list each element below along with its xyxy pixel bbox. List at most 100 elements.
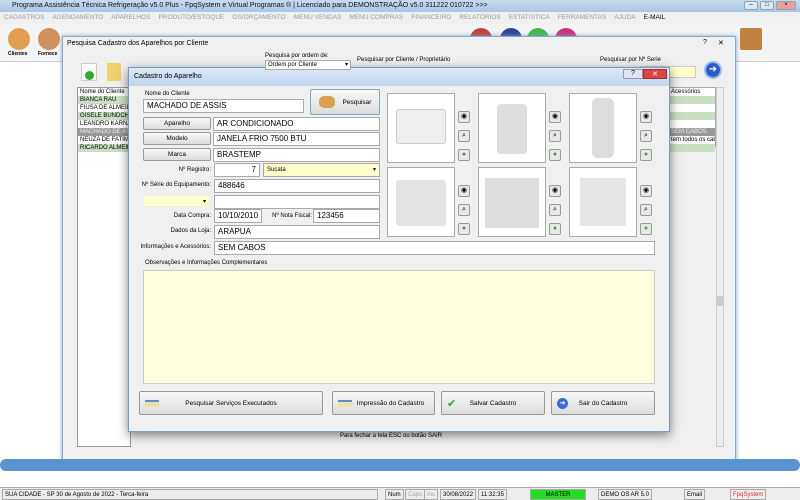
client-label: Nome do Cliente	[145, 91, 190, 97]
camera-icon[interactable]: ◉	[549, 111, 561, 123]
menu-email[interactable]: E-MAIL	[644, 14, 666, 22]
purchase-date-field[interactable]: 10/10/2010	[214, 209, 262, 223]
serie-field[interactable]: 488646	[214, 179, 380, 193]
client-name-field[interactable]: MACHADO DE ASSIS	[143, 99, 304, 113]
marca-button[interactable]: Marca	[143, 148, 211, 161]
observations-textarea[interactable]	[143, 270, 655, 384]
help-button[interactable]: ?	[703, 39, 717, 49]
photo-slot[interactable]	[387, 93, 455, 163]
loja-label: Dados da Loja:	[170, 228, 211, 234]
extra-field[interactable]	[214, 195, 380, 209]
info-field[interactable]: SEM CABOS	[214, 241, 655, 255]
edit-icon[interactable]	[107, 63, 121, 81]
accessories-column[interactable]: Acessórios SEM CABOS tem todos os cab	[668, 87, 716, 152]
add-icon[interactable]: ●	[549, 149, 561, 161]
list-item[interactable]: LEANDRO KARNAL	[78, 120, 130, 128]
list-item[interactable]: NEUZA DE FATIMA	[78, 136, 130, 144]
menu-financeiro[interactable]: FINANCEIRO	[411, 14, 451, 22]
menu-compras[interactable]: MENU COMPRAS	[349, 14, 403, 22]
maximize-button[interactable]: □	[760, 1, 774, 10]
zoom-icon[interactable]: ⌕	[640, 130, 652, 142]
zoom-icon[interactable]: ⌕	[458, 204, 470, 216]
scrollbar[interactable]	[716, 87, 724, 447]
add-icon[interactable]: ●	[549, 223, 561, 235]
camera-icon[interactable]: ◉	[640, 111, 652, 123]
photo-slot[interactable]	[569, 167, 637, 237]
search-client-button[interactable]: Pesquisar	[310, 89, 380, 115]
progress-bar	[0, 459, 800, 471]
menu-agendamento[interactable]: AGENDAMENTO	[52, 14, 103, 22]
menu-produto-estoque[interactable]: PRODUTO/ESTOQUE	[159, 14, 225, 22]
list-item-selected[interactable]: MACHADO DE ASSIS	[78, 128, 130, 136]
add-icon[interactable]: ●	[640, 223, 652, 235]
close-search-button[interactable]: ✕	[718, 39, 732, 49]
store-field[interactable]: ARAPUA	[214, 225, 380, 239]
acc-cell: SEM CABOS	[669, 128, 715, 136]
list-item[interactable]: GISELE BUNDCHEN	[78, 112, 130, 120]
status-date: 30/08/2022	[440, 489, 477, 500]
order-label: Pesquisa por ordem de:	[265, 53, 329, 59]
serie-label: Nº Série do Equipamento:	[141, 182, 211, 188]
list-item[interactable]: RICARDO ALMEIDA	[78, 144, 130, 152]
photo-slot[interactable]	[478, 93, 546, 163]
zoom-icon[interactable]: ⌕	[549, 204, 561, 216]
order-select[interactable]: Ordem por Cliente ▾	[265, 60, 351, 70]
add-icon[interactable]: ●	[640, 149, 652, 161]
aparelho-field[interactable]: AR CONDICIONADO	[213, 117, 380, 131]
modelo-field[interactable]: JANELA FRIO 7500 BTU	[213, 132, 380, 146]
status-select[interactable]: Sucata ▾	[263, 163, 380, 177]
help-button[interactable]: ?	[623, 69, 643, 79]
add-icon[interactable]: ●	[458, 223, 470, 235]
suppliers-icon[interactable]	[38, 28, 60, 50]
registro-field[interactable]: 7	[214, 163, 260, 177]
zoom-icon[interactable]: ⌕	[458, 130, 470, 142]
close-hint: Para fechar a tela ESC ou botão SAIR	[340, 433, 443, 439]
menu-ajuda[interactable]: AJUDA	[614, 14, 635, 22]
zoom-icon[interactable]: ⌕	[640, 204, 652, 216]
clients-icon[interactable]	[8, 28, 30, 50]
registro-label: Nº Registro:	[178, 167, 211, 173]
camera-icon[interactable]: ◉	[549, 185, 561, 197]
client-list[interactable]: Nome do Cliente BIANCA RAU FIUSA DE ALME…	[77, 87, 131, 447]
go-arrow-icon[interactable]: ➜	[704, 61, 722, 79]
status-email[interactable]: Email	[684, 489, 706, 500]
camera-icon[interactable]: ◉	[458, 185, 470, 197]
acc-cell	[669, 112, 715, 120]
exit-form-button[interactable]: ➜ Sair do Cadastro	[551, 391, 655, 415]
menu-vendas[interactable]: MENU VENDAS	[294, 14, 342, 22]
list-item[interactable]: BIANCA RAU	[78, 96, 130, 104]
card-icon	[145, 399, 159, 407]
list-item[interactable]: FIUSA DE ALMEIDA	[78, 104, 130, 112]
menu-cadastros[interactable]: CADASTROS	[4, 14, 44, 22]
menu-aparelhos[interactable]: APARELHOS	[111, 14, 150, 22]
menu-ferramentas[interactable]: FERRAMENTAS	[558, 14, 607, 22]
save-button[interactable]: ✔ Salvar Cadastro	[441, 391, 545, 415]
marca-field[interactable]: BRASTEMP	[213, 148, 380, 162]
type-select[interactable]: ▾	[143, 195, 210, 207]
aparelho-button[interactable]: Aparelho	[143, 117, 211, 130]
new-icon[interactable]	[81, 63, 97, 81]
card-icon	[338, 399, 352, 407]
photo-slot[interactable]	[478, 167, 546, 237]
menu-relatorios[interactable]: RELATÓRIOS	[459, 14, 500, 22]
people-icon	[318, 96, 335, 108]
camera-icon[interactable]: ◉	[458, 111, 470, 123]
clients-label: Clientes	[8, 51, 28, 57]
invoice-field[interactable]: 123456	[313, 209, 380, 223]
add-icon[interactable]: ●	[458, 149, 470, 161]
close-form-button[interactable]: ✕	[643, 69, 667, 79]
close-button[interactable]: ×	[776, 1, 796, 10]
print-button[interactable]: Impressão do Cadastro	[332, 391, 435, 415]
zoom-icon[interactable]: ⌕	[549, 130, 561, 142]
search-services-button[interactable]: Pesquisar Serviços Executados	[139, 391, 323, 415]
photo-slot[interactable]	[569, 93, 637, 163]
menu-os-orcamento[interactable]: OS/ORÇAMENTO	[232, 14, 285, 22]
photo-slot[interactable]	[387, 167, 455, 237]
button-label: Marca	[167, 151, 187, 158]
exit-icon[interactable]	[740, 28, 762, 50]
minimize-button[interactable]: –	[744, 1, 758, 10]
order-value: Ordem por Cliente	[268, 62, 318, 68]
modelo-button[interactable]: Modelo	[143, 132, 211, 145]
camera-icon[interactable]: ◉	[640, 185, 652, 197]
menu-estatistica[interactable]: ESTATISTICA	[509, 14, 550, 22]
